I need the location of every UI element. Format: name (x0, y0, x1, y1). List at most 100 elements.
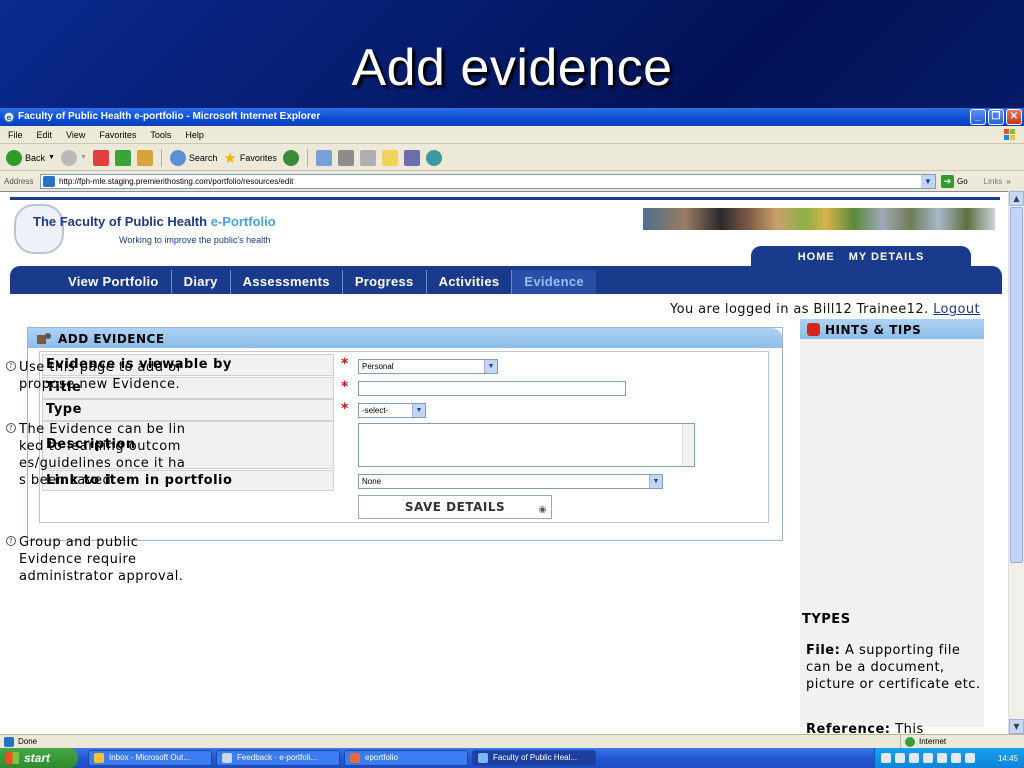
stop-icon[interactable] (92, 149, 109, 166)
hints-title: HINTS & TIPS (825, 323, 922, 337)
edit-icon[interactable] (359, 149, 376, 166)
title-input[interactable] (358, 381, 626, 396)
viewable-by-select[interactable]: Personal ▼ (358, 359, 498, 374)
task-outlook[interactable]: Inbox - Microsoft Out... (88, 750, 212, 766)
search-button[interactable]: Search (169, 149, 217, 166)
description-textarea[interactable] (358, 423, 695, 467)
minimize-icon[interactable]: _ (970, 109, 986, 125)
address-input[interactable]: http://fph-mle.staging.premierithosting.… (40, 173, 936, 189)
back-button[interactable]: Back ▼ (6, 149, 55, 166)
status-zone: Internet (900, 735, 946, 748)
page-scrollbar[interactable]: ▲ ▼ (1008, 191, 1024, 734)
window-title: Faculty of Public Health e-portfolio - M… (18, 111, 321, 122)
home-icon[interactable] (136, 149, 153, 166)
clock[interactable]: 14:45 (998, 754, 1018, 763)
tab-my-details[interactable]: MY DETAILS (849, 251, 925, 263)
mail-icon[interactable] (315, 149, 332, 166)
panel-header: ADD EVIDENCE (28, 328, 782, 348)
scroll-down-icon[interactable]: ▼ (1009, 719, 1024, 734)
types-heading: TYPES (802, 612, 851, 627)
tray-icon[interactable] (951, 753, 961, 763)
address-label: Address (4, 176, 34, 186)
svg-text:e: e (6, 113, 12, 122)
slide-title: Add evidence (351, 39, 673, 97)
site-tagline: Working to improve the public's health (119, 235, 271, 245)
question-mark-icon: ? (6, 423, 16, 433)
hints-icon (807, 323, 820, 336)
tray-icon[interactable] (895, 753, 905, 763)
task-feedback[interactable]: Feedback - e-portfoli... (216, 750, 340, 766)
type-select[interactable]: -select- ▼ (358, 403, 426, 418)
history-icon[interactable] (282, 149, 299, 166)
banner-photo-strip (643, 208, 995, 230)
task-eportfolio[interactable]: eportfolio (344, 750, 468, 766)
menu-edit[interactable]: Edit (37, 126, 53, 143)
start-button[interactable]: start (0, 748, 78, 768)
address-bar: Address http://fph-mle.staging.premierit… (0, 172, 1024, 190)
tray-icon[interactable] (881, 753, 891, 763)
favorites-button[interactable]: ★ Favorites (223, 149, 276, 167)
star-icon: ★ (223, 149, 237, 167)
task-faculty-ie[interactable]: Faculty of Public Heal... (472, 750, 596, 766)
discuss-icon[interactable] (381, 149, 398, 166)
ie-logo-icon: e (3, 111, 15, 123)
save-details-button[interactable]: SAVE DETAILS ◉ (358, 495, 552, 519)
window-controls: _ ❐ ✕ (970, 109, 1022, 125)
required-marker: * (341, 401, 349, 417)
logout-link[interactable]: Logout (933, 302, 980, 317)
windows-flag-icon (6, 752, 19, 764)
nav-activities[interactable]: Activities (427, 270, 513, 294)
address-url: http://fph-mle.staging.premierithosting.… (59, 176, 294, 186)
forward-button[interactable]: ▼ (60, 149, 87, 166)
nav-assessments[interactable]: Assessments (231, 270, 343, 294)
messenger-icon[interactable] (425, 149, 442, 166)
nav-diary[interactable]: Diary (172, 270, 231, 294)
hints-header: HINTS & TIPS (800, 319, 984, 339)
menu-help[interactable]: Help (185, 126, 204, 143)
textarea-scrollbar[interactable] (682, 424, 694, 466)
label-type: Type (42, 399, 334, 421)
print-icon[interactable] (337, 149, 354, 166)
link-item-select[interactable]: None ▼ (358, 474, 663, 489)
tab-home[interactable]: HOME (798, 251, 835, 263)
chevron-down-icon: ▼ (48, 154, 55, 161)
scroll-thumb[interactable] (1010, 207, 1023, 563)
go-button[interactable]: ➔ Go (941, 174, 968, 188)
restore-icon[interactable]: ❐ (988, 109, 1004, 125)
menu-favorites[interactable]: Favorites (99, 126, 136, 143)
outlook-icon (94, 753, 104, 763)
main-nav: View Portfolio Diary Assessments Progres… (10, 266, 1002, 294)
type-file: File: A supporting file can be a documen… (806, 643, 981, 692)
page-icon (43, 175, 55, 187)
hint-item: ? The Evidence can be linked to learning… (6, 421, 186, 523)
nav-view-portfolio[interactable]: View Portfolio (56, 270, 172, 294)
research-icon[interactable] (403, 149, 420, 166)
chevron-down-icon: ▼ (79, 154, 87, 161)
chevron-down-icon[interactable]: ▼ (921, 174, 935, 188)
tray-icon[interactable] (965, 753, 975, 763)
window-titlebar[interactable]: e Faculty of Public Health e-portfolio -… (0, 108, 1024, 126)
nav-progress[interactable]: Progress (343, 270, 427, 294)
go-arrow-icon: ➔ (941, 174, 954, 188)
scroll-up-icon[interactable]: ▲ (1009, 191, 1024, 206)
chevron-down-icon: ▼ (649, 475, 662, 488)
menu-file[interactable]: File (8, 126, 23, 143)
close-icon[interactable]: ✕ (1006, 109, 1022, 125)
menu-bar: File Edit View Favorites Tools Help (0, 126, 1024, 144)
menu-tools[interactable]: Tools (150, 126, 171, 143)
tray-icon[interactable] (923, 753, 933, 763)
forward-arrow-icon (60, 149, 77, 166)
tray-icon[interactable] (909, 753, 919, 763)
refresh-icon[interactable] (114, 149, 131, 166)
toolbar-divider (306, 148, 308, 167)
top-tabs: HOME MY DETAILS (751, 246, 971, 268)
nav-evidence[interactable]: Evidence (512, 270, 596, 294)
site-logo[interactable]: The Faculty of Public Health e-Portfolio (33, 214, 276, 229)
panel-title: ADD EVIDENCE (58, 332, 165, 346)
brand-name: The Faculty of Public Health (33, 214, 208, 229)
hint-item: ? Group and public Evidence require admi… (6, 534, 184, 585)
tray-icon[interactable] (937, 753, 947, 763)
chevron-right-icon[interactable]: » (1006, 177, 1010, 186)
menu-view[interactable]: View (66, 126, 85, 143)
links-button[interactable]: Links (984, 177, 1003, 186)
